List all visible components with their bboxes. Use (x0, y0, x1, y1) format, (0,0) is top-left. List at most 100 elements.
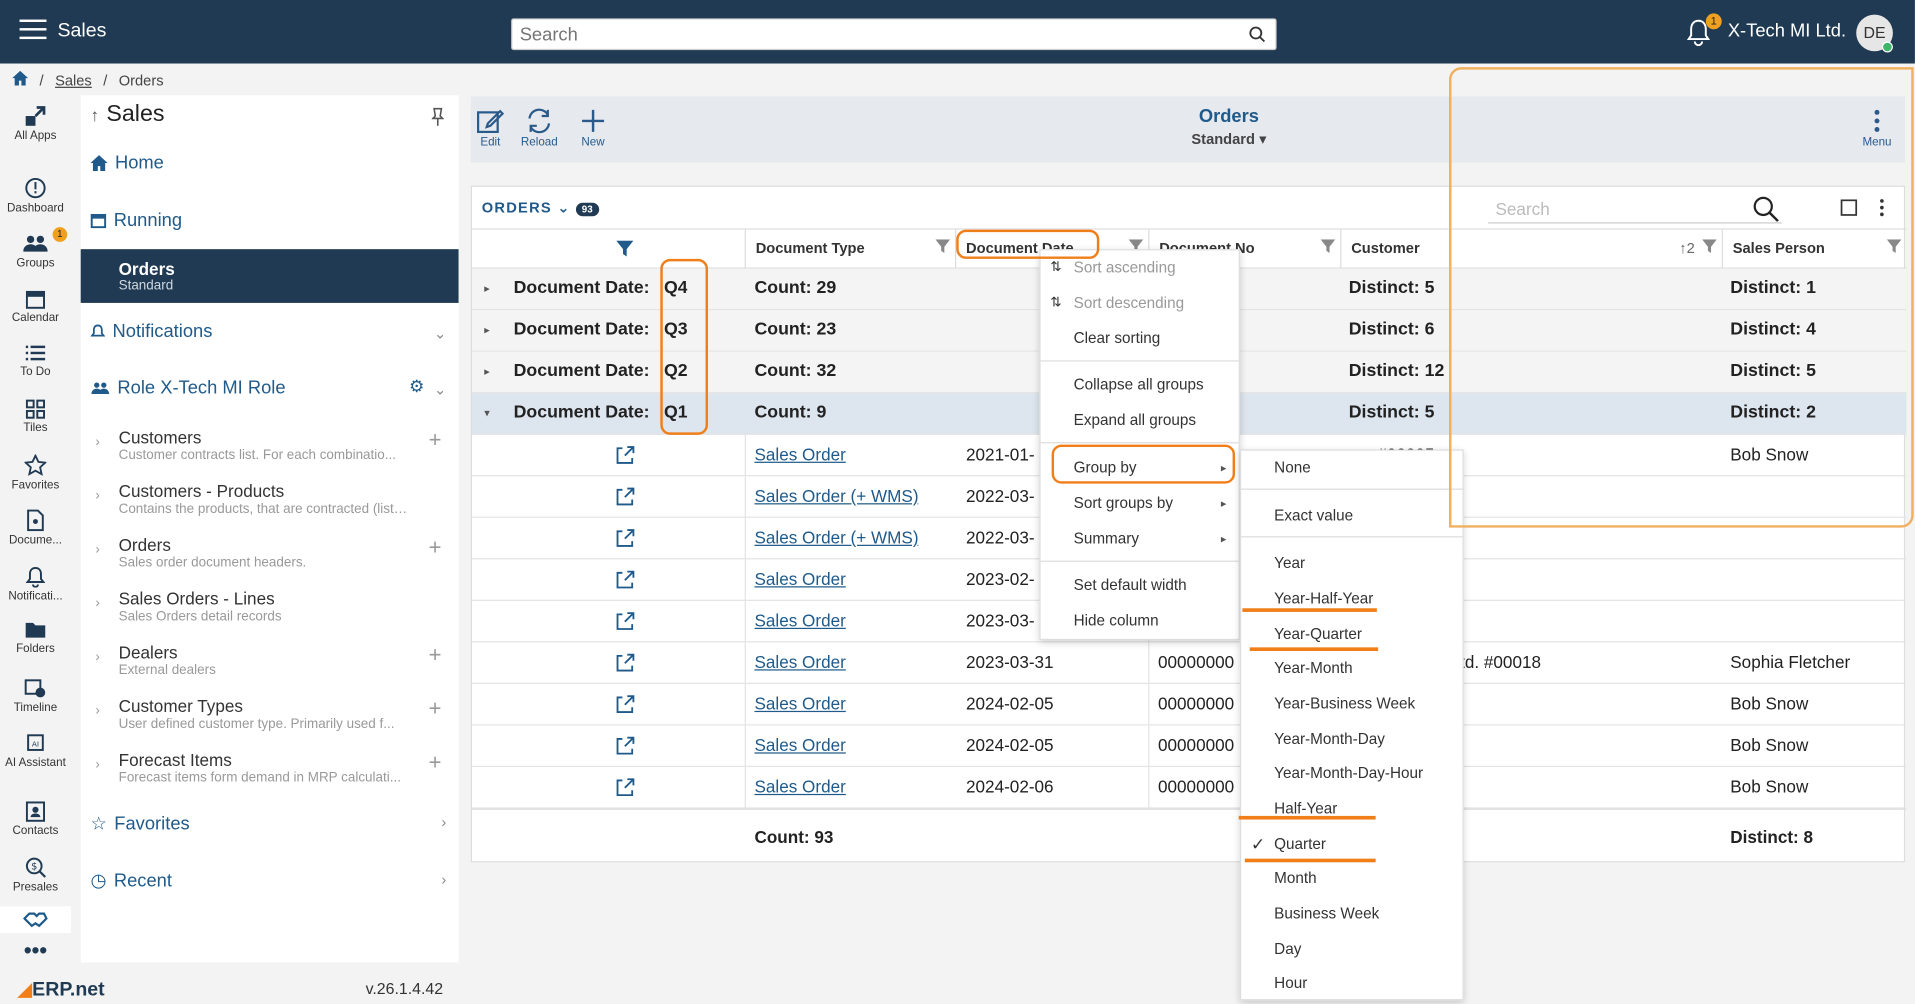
nav-entry-sales-orders-lines[interactable]: › Sales Orders - Lines Sales Orders detail… (81, 589, 459, 640)
nav-entry-customer-types[interactable]: › Customer Types User defined customer typ… (81, 696, 459, 747)
rail-folders[interactable]: Folders (0, 620, 71, 656)
document-type-link[interactable]: Sales Order (+ WMS) (754, 518, 918, 558)
column-document-type[interactable]: Document Type (744, 229, 955, 269)
menu-sort-groups-by[interactable]: Sort groups by ▸ (1041, 486, 1239, 520)
chevron-right-icon[interactable]: › (441, 871, 446, 888)
global-search-input[interactable] (512, 19, 1222, 49)
filter-icon[interactable] (935, 239, 951, 254)
open-link-icon[interactable] (615, 487, 635, 507)
open-link-icon[interactable] (615, 695, 635, 715)
menu-expand-all-groups[interactable]: Expand all groups (1041, 403, 1239, 437)
add-icon[interactable]: + (429, 535, 442, 561)
document-type-link[interactable]: Sales Order (754, 601, 845, 641)
rail-favorites[interactable]: Favorites (0, 454, 71, 492)
group-by-option-year-month-day[interactable]: Year-Month-Day (1241, 722, 1462, 756)
add-icon[interactable]: + (429, 642, 442, 668)
nav-entry-customers[interactable]: › Customers Customer contracts list. For e… (81, 427, 459, 478)
document-type-link[interactable]: Sales Order (754, 726, 845, 766)
document-type-link[interactable]: Sales Order (754, 767, 845, 807)
nav-selected-orders[interactable]: Orders Standard (80, 249, 459, 303)
pin-icon[interactable] (431, 107, 444, 127)
group-by-option-year-month-day-hour[interactable]: Year-Month-Day-Hour (1241, 756, 1462, 790)
group-by-option-none[interactable]: None (1241, 451, 1462, 485)
filter-icon[interactable] (616, 240, 634, 258)
hamburger-menu-icon[interactable] (19, 19, 47, 42)
rail-more-icon[interactable]: ••• (0, 938, 71, 964)
group-by-option-hour[interactable]: Hour (1241, 966, 1462, 1000)
group-by-option-year-month[interactable]: Year-Month (1241, 651, 1462, 685)
open-link-icon[interactable] (615, 529, 635, 549)
nav-entry-forecast-items[interactable]: › Forecast Items Forecast items form deman… (81, 750, 459, 801)
group-by-option-quarter[interactable]: ✓ Quarter (1241, 827, 1462, 861)
chevron-right-icon[interactable]: › (95, 489, 99, 504)
nav-entry-dealers[interactable]: › Dealers External dealers + (81, 642, 459, 693)
chevron-right-icon[interactable]: › (95, 542, 99, 557)
chevron-right-icon[interactable]: › (95, 435, 99, 450)
document-type-link[interactable]: Sales Order (754, 684, 845, 724)
menu-hide-column[interactable]: Hide column (1041, 603, 1239, 637)
open-link-icon[interactable] (615, 612, 635, 632)
group-by-option-year-business-week[interactable]: Year-Business Week (1241, 686, 1462, 720)
add-icon[interactable]: + (429, 750, 442, 776)
nav-favorites[interactable]: ☆ Favorites (90, 812, 189, 834)
open-link-icon[interactable] (615, 778, 635, 798)
global-search[interactable] (511, 18, 1277, 51)
nav-notifications[interactable]: Notifications (90, 321, 212, 342)
add-icon[interactable]: + (429, 696, 442, 722)
expand-icon[interactable]: ▸ (484, 352, 490, 392)
table-row[interactable]: Sales Order 2024-02-05 00000000 Bob Snow (472, 726, 1907, 768)
table-row[interactable]: Sales Order2023-03-3100000000Components … (472, 642, 1907, 684)
chevron-down-icon[interactable]: ⌄ (434, 381, 446, 398)
nav-entry-customers-products[interactable]: › Customers - Products Contains the produc… (81, 481, 459, 532)
search-icon[interactable] (1248, 26, 1266, 43)
group-by-option-half-year[interactable]: Half-Year (1241, 791, 1462, 825)
rail-sales-active[interactable] (0, 906, 71, 934)
nav-role[interactable]: Role X-Tech MI Role (90, 377, 286, 398)
rail-ai-assistant[interactable]: AI AI Assistant (0, 732, 71, 769)
collapse-icon[interactable]: ▾ (484, 393, 490, 433)
group-by-option-month[interactable]: Month (1241, 861, 1462, 895)
chevron-right-icon[interactable]: › (95, 757, 99, 772)
expand-icon[interactable]: ▸ (484, 310, 490, 350)
document-type-link[interactable]: Sales Order (754, 435, 845, 475)
filter-icon[interactable] (1320, 239, 1336, 254)
rail-all-apps[interactable]: All Apps (0, 105, 71, 143)
expand-icon[interactable]: ▸ (484, 269, 490, 309)
group-by-option-year[interactable]: Year (1241, 546, 1462, 580)
home-icon[interactable] (12, 70, 29, 89)
chevron-right-icon[interactable]: › (95, 596, 99, 611)
nav-recent[interactable]: ◷ Recent (90, 870, 171, 892)
nav-running[interactable]: Running (90, 210, 182, 231)
chevron-down-icon[interactable]: ⌄ (434, 325, 446, 342)
menu-summary[interactable]: Summary ▸ (1041, 522, 1239, 556)
company-name[interactable]: X-Tech MI Ltd. (1728, 21, 1846, 42)
rail-tiles[interactable]: Tiles (0, 399, 71, 435)
menu-set-default-width[interactable]: Set default width (1041, 568, 1239, 602)
nav-home[interactable]: Home (90, 153, 164, 173)
new-button[interactable]: New (578, 106, 607, 149)
edit-button[interactable]: Edit (476, 106, 505, 149)
open-link-icon[interactable] (615, 653, 635, 673)
document-type-link[interactable]: Sales Order (754, 559, 845, 599)
open-link-icon[interactable] (615, 446, 635, 466)
chevron-right-icon[interactable]: › (95, 704, 99, 719)
rail-calendar[interactable]: Calendar (0, 288, 71, 325)
menu-collapse-all-groups[interactable]: Collapse all groups (1041, 368, 1239, 402)
table-row[interactable]: Sales Order 2024-02-06 00000000 Bob Snow (472, 767, 1907, 809)
rail-documents[interactable]: Docume... (0, 509, 71, 547)
group-by-option-business-week[interactable]: Business Week (1241, 897, 1462, 931)
open-link-icon[interactable] (615, 736, 635, 757)
gear-icon[interactable]: ⚙ (409, 376, 424, 397)
breadcrumb-sales-link[interactable]: Sales (55, 72, 92, 89)
up-arrow-icon[interactable]: ↑ (90, 105, 99, 125)
group-by-option-day[interactable]: Day (1241, 932, 1462, 966)
rail-dashboard[interactable]: Dashboard (0, 177, 71, 215)
chevron-right-icon[interactable]: › (441, 813, 446, 830)
grid-title[interactable]: ORDERS ⌄ 93 (482, 199, 599, 217)
menu-clear-sorting[interactable]: Clear sorting (1041, 321, 1239, 355)
reload-button[interactable]: Reload (521, 106, 558, 149)
chevron-right-icon[interactable]: › (95, 650, 99, 665)
rail-timeline[interactable]: Timeline (0, 677, 71, 715)
rail-presales[interactable]: $ Presales (0, 856, 71, 894)
view-selector[interactable]: Standard ▾ (1156, 131, 1303, 148)
